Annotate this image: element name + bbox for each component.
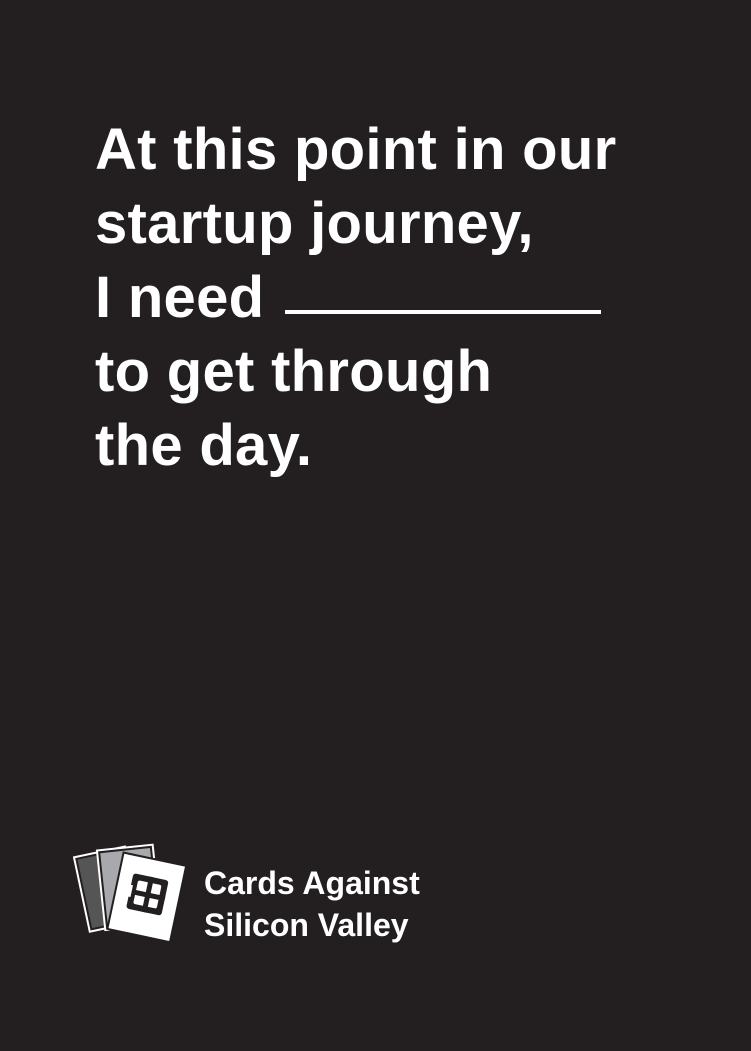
stacked-cards-logo-icon bbox=[73, 843, 185, 942]
brand-footer: Cards Against Silicon Valley bbox=[73, 838, 493, 943]
black-prompt-card: At this point in our startup journey, I … bbox=[0, 0, 751, 1051]
prompt-line-5: the day. bbox=[95, 413, 313, 478]
brand-name: Cards Against Silicon Valley bbox=[204, 862, 420, 946]
prompt-line-4: to get through bbox=[95, 339, 493, 404]
prompt-line-2: startup journey, bbox=[95, 191, 534, 256]
prompt-line-3: I need bbox=[95, 261, 715, 335]
brand-name-line-2: Silicon Valley bbox=[204, 907, 409, 943]
prompt-line-1: At this point in our bbox=[95, 117, 617, 182]
prompt-line-3-text: I need bbox=[95, 265, 265, 330]
prompt-text: At this point in our startup journey, I … bbox=[95, 113, 715, 483]
brand-name-line-1: Cards Against bbox=[204, 865, 420, 901]
answer-blank bbox=[284, 310, 601, 314]
